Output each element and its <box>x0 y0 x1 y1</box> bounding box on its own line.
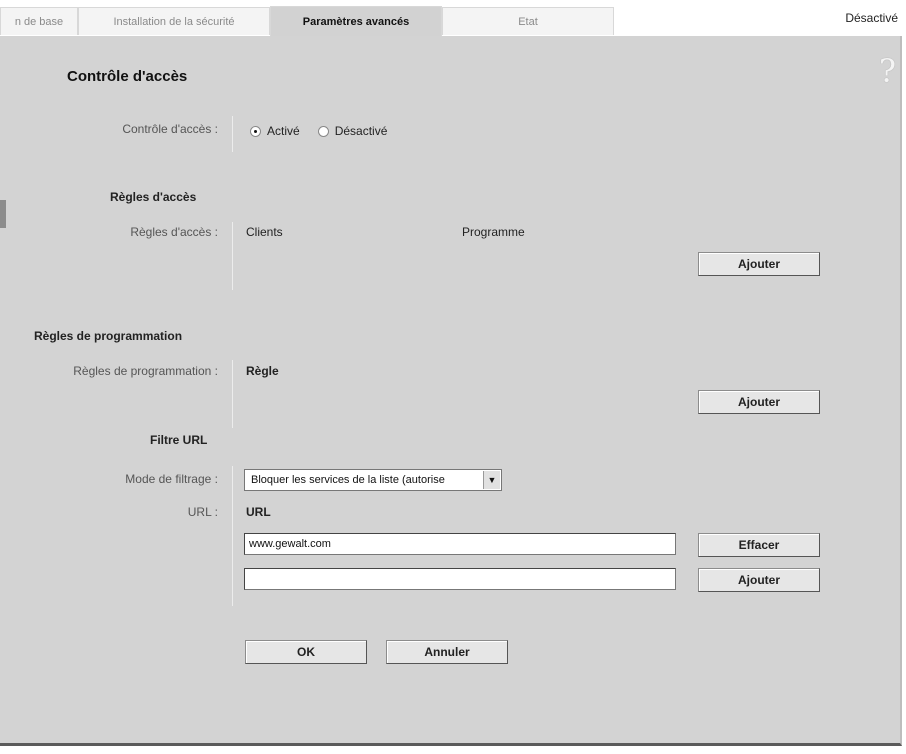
schedule-rules-rule-header: Règle <box>246 364 279 378</box>
chevron-down-icon[interactable]: ▼ <box>483 471 500 489</box>
url-entry-input[interactable] <box>244 533 676 555</box>
separator-access-control <box>232 116 233 152</box>
filter-mode-label: Mode de filtrage : <box>125 472 218 486</box>
page-title: Contrôle d'accès <box>67 68 188 85</box>
access-control-on-label[interactable]: Activé <box>267 124 300 138</box>
add-schedule-rule-button[interactable]: Ajouter <box>698 390 820 414</box>
access-control-off-label[interactable]: Désactivé <box>335 124 388 138</box>
delete-url-button[interactable]: Effacer <box>698 533 820 557</box>
separator-url-filter <box>232 466 233 606</box>
connection-status: Désactivé <box>845 11 898 25</box>
help-icon[interactable]: ? <box>879 52 896 90</box>
access-rules-clients-header: Clients <box>246 225 283 239</box>
filter-mode-value: Bloquer les services de la liste (autori… <box>251 474 445 486</box>
url-filter-section-title: Filtre URL <box>150 433 208 447</box>
access-rules-section-title: Règles d'accès <box>110 190 197 204</box>
tab-bar: n de base Installation de la sécurité Pa… <box>0 0 906 36</box>
url-label: URL : <box>187 505 218 519</box>
tab-security-setup[interactable]: Installation de la sécurité <box>78 7 270 35</box>
new-url-input[interactable] <box>244 568 676 590</box>
cancel-button[interactable]: Annuler <box>386 640 508 664</box>
schedule-rules-section-title: Règles de programmation <box>34 329 183 343</box>
separator-schedule-rules <box>232 360 233 428</box>
access-rules-schedule-header: Programme <box>462 225 525 239</box>
url-column-header: URL <box>246 505 271 519</box>
left-edge-marker <box>0 200 6 228</box>
access-control-off-radio[interactable] <box>317 125 329 137</box>
access-control-radio-group: Activé Désactivé <box>250 124 405 138</box>
tab-advanced-settings[interactable]: Paramètres avancés <box>270 6 442 36</box>
tab-status[interactable]: Etat <box>442 7 614 35</box>
add-access-rule-button[interactable]: Ajouter <box>698 252 820 276</box>
separator-access-rules <box>232 222 233 290</box>
access-rules-label: Règles d'accès : <box>130 225 218 239</box>
tab-basic-setup[interactable]: n de base <box>0 7 78 35</box>
filter-mode-select[interactable]: Bloquer les services de la liste (autori… <box>244 469 502 491</box>
ok-button[interactable]: OK <box>245 640 367 664</box>
schedule-rules-label: Règles de programmation : <box>73 364 218 378</box>
access-control-label: Contrôle d'accès : <box>122 122 218 136</box>
access-control-on-radio[interactable] <box>250 125 261 137</box>
add-url-button[interactable]: Ajouter <box>698 568 820 592</box>
